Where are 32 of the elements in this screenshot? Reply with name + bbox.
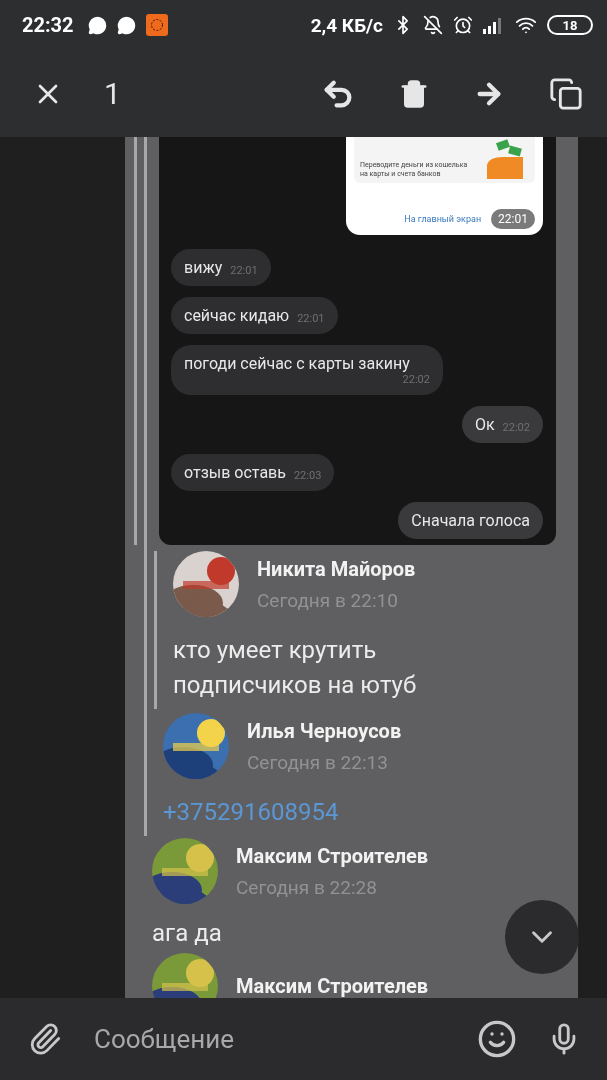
author-name[interactable]: Илья Черноусов xyxy=(247,718,402,743)
selected-count: 1 xyxy=(104,76,121,111)
chat-icon xyxy=(116,15,136,35)
message-time: 22:03 xyxy=(293,469,322,482)
selected-message[interactable] xyxy=(125,137,578,998)
message-text: Ок xyxy=(474,415,495,434)
message-text: погоди сейчас с карты закину xyxy=(184,354,410,373)
trash-icon[interactable] xyxy=(399,78,429,109)
muted-bell-icon xyxy=(423,15,443,35)
author-name[interactable]: Никита Майоров xyxy=(257,556,416,581)
message-text: ага да xyxy=(152,918,223,949)
message-text: сейчас кидаю xyxy=(184,306,290,325)
alarm-icon xyxy=(453,15,473,35)
battery-indicator: 18 xyxy=(547,15,593,35)
attach-icon[interactable] xyxy=(28,1022,62,1056)
message-text: вижу xyxy=(184,258,223,277)
message-time: 22:02 xyxy=(402,373,430,386)
message-text: кто умеет крутить подписчиков на ютуб xyxy=(173,635,418,701)
network-speed: 2,4 КБ/с xyxy=(310,13,383,37)
author-name[interactable]: Максим Строителев xyxy=(236,843,429,868)
app-icon xyxy=(145,14,168,36)
message-time: 22:01 xyxy=(491,209,535,229)
author-name[interactable]: Максим Строителев xyxy=(236,974,429,998)
message-time: 22:01 xyxy=(230,264,258,277)
clock-time: 22:32 xyxy=(22,13,74,37)
message-time: 22:01 xyxy=(297,312,325,325)
emoji-icon[interactable] xyxy=(477,1019,517,1059)
message-text: Сначала голоса xyxy=(411,511,530,530)
home-screen-link[interactable]: На главный экран xyxy=(404,214,482,224)
message-text: отзыв оставь xyxy=(184,463,286,482)
copy-icon[interactable] xyxy=(549,76,583,111)
chat-icon xyxy=(87,15,107,35)
